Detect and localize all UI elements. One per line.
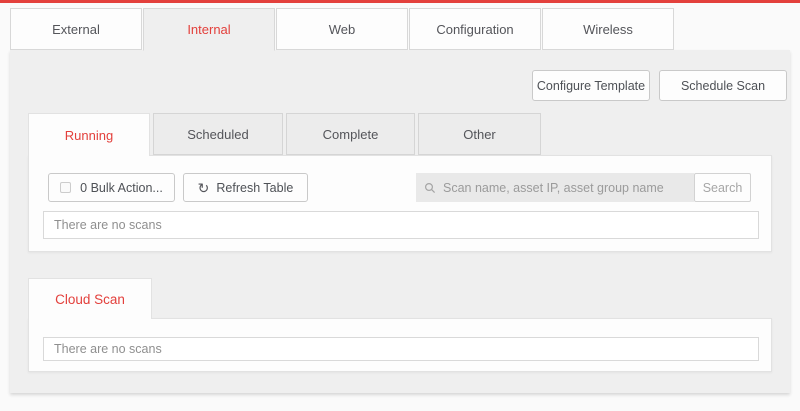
- bulk-action-button[interactable]: 0 Bulk Action...: [48, 173, 175, 202]
- tab-cloud-scan[interactable]: Cloud Scan: [28, 278, 152, 319]
- cloud-empty-state: There are no scans: [43, 337, 759, 361]
- tab-scheduled[interactable]: Scheduled: [153, 113, 283, 155]
- refresh-table-button[interactable]: ↻ Refresh Table: [183, 173, 308, 202]
- tab-wireless[interactable]: Wireless: [542, 8, 674, 50]
- tab-other[interactable]: Other: [418, 113, 541, 155]
- search-button[interactable]: Search: [694, 173, 751, 202]
- primary-tabs: External Internal Web Configuration Wire…: [10, 8, 674, 51]
- refresh-icon: ↻: [197, 179, 210, 196]
- search-box: [416, 173, 694, 202]
- top-accent-bar: [0, 0, 800, 3]
- tab-complete[interactable]: Complete: [286, 113, 415, 155]
- running-empty-state: There are no scans: [43, 211, 759, 239]
- scans-panel: Configure Template Schedule Scan Running…: [10, 50, 790, 393]
- search-input[interactable]: [443, 180, 686, 195]
- tab-external[interactable]: External: [10, 8, 142, 50]
- search-group: Search: [416, 173, 751, 202]
- checkbox-icon: [60, 182, 72, 193]
- tab-internal[interactable]: Internal: [143, 8, 275, 51]
- bulk-action-label: 0 Bulk Action...: [80, 180, 163, 195]
- tab-running[interactable]: Running: [28, 113, 150, 156]
- cloud-scans-panel: There are no scans: [28, 318, 772, 372]
- search-icon: [424, 182, 436, 193]
- scan-status-tabs: Running Scheduled Complete Other: [28, 113, 541, 156]
- tab-web[interactable]: Web: [276, 8, 408, 50]
- configure-template-button[interactable]: Configure Template: [532, 70, 650, 101]
- tab-configuration[interactable]: Configuration: [409, 8, 541, 50]
- running-scans-panel: 0 Bulk Action... ↻ Refresh Table Search …: [28, 155, 772, 252]
- refresh-table-label: Refresh Table: [216, 180, 294, 195]
- schedule-scan-button[interactable]: Schedule Scan: [659, 70, 787, 101]
